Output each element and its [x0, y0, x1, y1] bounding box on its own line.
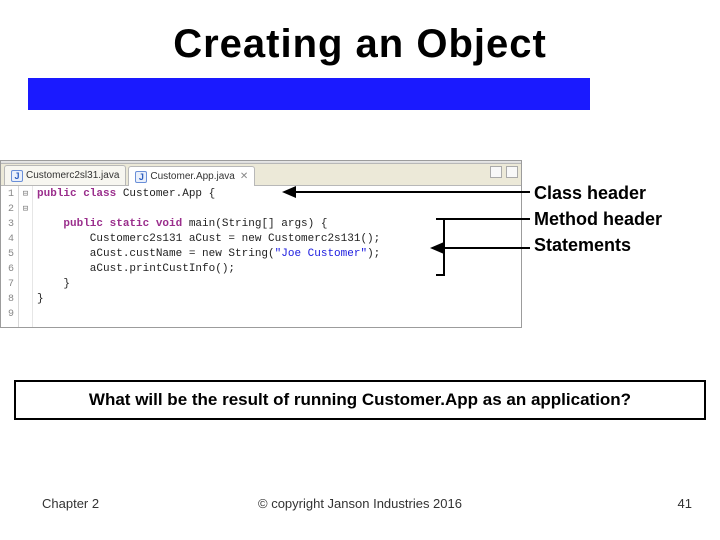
arrow-head-icon — [282, 186, 296, 198]
editor-tab-label: Customerc2sl31.java — [26, 170, 119, 181]
question-box: What will be the result of running Custo… — [14, 380, 706, 420]
footer-copyright: © copyright Janson Industries 2016 — [0, 496, 720, 511]
title-underline-bar — [28, 78, 590, 110]
keyword: public static void — [63, 218, 182, 230]
code-text: } — [37, 278, 70, 290]
editor-toolbar-icons — [490, 166, 518, 178]
annotation-labels: Class header Method header Statements — [534, 180, 719, 258]
menu-icon[interactable] — [506, 166, 518, 178]
slide-footer: Chapter 2 © copyright Janson Industries … — [0, 496, 720, 516]
arrow-class-header — [295, 191, 530, 193]
restore-icon[interactable] — [490, 166, 502, 178]
close-icon[interactable]: ✕ — [240, 171, 248, 182]
slide-title: Creating an Object — [0, 22, 720, 67]
arrow-head-icon — [430, 242, 444, 254]
label-class-header: Class header — [534, 180, 719, 206]
java-file-icon: J — [135, 171, 147, 183]
code-text: main(String[] args) { — [182, 218, 327, 230]
code-body: public class Customer.App { public stati… — [33, 186, 521, 327]
code-text: Customerc2s131 aCust = new Customerc2s13… — [37, 233, 380, 245]
statements-bracket-bottom — [436, 274, 445, 276]
string-literal: "Joe Customer" — [275, 248, 367, 260]
code-text: ); — [367, 248, 380, 260]
fold-column: ⊟ ⊟ — [19, 186, 33, 327]
arrow-statements — [443, 247, 530, 249]
question-text: What will be the result of running Custo… — [89, 390, 631, 409]
editor-tab-active[interactable]: J Customer.App.java ✕ — [128, 166, 255, 186]
code-text: Customer.App { — [116, 188, 215, 200]
code-text: } — [37, 293, 44, 305]
label-statements: Statements — [534, 232, 719, 258]
label-method-header: Method header — [534, 206, 719, 232]
editor-tab-bar: J Customerc2sl31.java J Customer.App.jav… — [1, 164, 521, 186]
arrow-method-header — [443, 218, 530, 220]
code-text: aCust.custName = new String( — [37, 248, 275, 260]
footer-page-number: 41 — [678, 496, 692, 511]
java-file-icon: J — [11, 170, 23, 182]
line-number-gutter: 1 2 3 4 5 6 7 8 9 — [1, 186, 19, 327]
keyword: public class — [37, 188, 116, 200]
editor-tab-label: Customer.App.java — [150, 171, 235, 182]
editor-tab-inactive[interactable]: J Customerc2sl31.java — [4, 165, 126, 185]
code-text: aCust.printCustInfo(); — [37, 263, 235, 275]
